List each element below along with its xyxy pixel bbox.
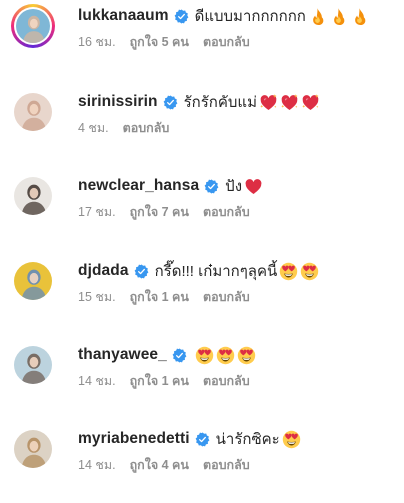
comment-timestamp[interactable]: 4 ชม. xyxy=(78,118,109,138)
comment-text xyxy=(193,346,256,365)
sparkling-heart-emoji-icon xyxy=(259,93,278,112)
avatar-image xyxy=(14,93,52,131)
comment-text-content: รักรักคับแม่ xyxy=(183,94,257,111)
comment-main-line: thanyawee_ xyxy=(78,343,398,367)
comment-main-line: lukkanaaum ดีแบบมากกกกกก xyxy=(78,4,398,28)
heart-eyes-emoji-icon xyxy=(195,346,214,365)
comment-body: myriabenedetti น่ารักซิคะ 14 ชม. ถูกใจ 4 คน… xyxy=(78,427,398,475)
username-link[interactable]: myriabenedetti xyxy=(78,430,190,448)
verified-badge-icon xyxy=(172,347,187,363)
username-link[interactable]: djdada xyxy=(78,262,129,280)
heart-eyes-emoji-icon xyxy=(282,430,301,449)
comment-body: newclear_hansa ปัง 17 ชม. ถูกใจ 7 คน ตอบกลับ xyxy=(78,174,398,222)
heart-eyes-emoji-icon xyxy=(216,346,235,365)
comment-item: djdada กรี๊ด!!! เก๋มากๆลุคนี้ 15 ชม. ถูกใจ … xyxy=(0,259,404,335)
comment-text-content: น่ารักซิคะ xyxy=(215,431,280,448)
verified-badge-icon xyxy=(163,94,178,110)
avatar-image xyxy=(14,430,52,468)
avatar-image xyxy=(16,9,50,43)
comment-timestamp[interactable]: 15 ชม. xyxy=(78,287,116,307)
comment-item: newclear_hansa ปัง 17 ชม. ถูกใจ 7 คน ตอบกลับ xyxy=(0,174,404,250)
comment-text: ปัง xyxy=(225,174,263,198)
heart-eyes-emoji-icon xyxy=(300,262,319,281)
fire-emoji-icon xyxy=(308,7,327,26)
avatar-image xyxy=(14,262,52,300)
comment-item: sirinissirin รักรักคับแม่ 4 ชม. ตอบกลับ xyxy=(0,90,404,166)
comment-text-content: กรี๊ด!!! เก๋มากๆลุคนี้ xyxy=(154,263,278,280)
comment-meta: 17 ชม. ถูกใจ 7 คน ตอบกลับ xyxy=(78,202,398,222)
reply-button[interactable]: ตอบกลับ xyxy=(123,118,170,138)
likes-count-button[interactable]: ถูกใจ 7 คน xyxy=(130,202,189,222)
comment-meta: 14 ชม. ถูกใจ 1 คน ตอบกลับ xyxy=(78,371,398,391)
username-link[interactable]: sirinissirin xyxy=(78,93,158,111)
username-link[interactable]: thanyawee_ xyxy=(78,346,167,364)
comment-text: รักรักคับแม่ xyxy=(184,90,320,114)
verified-badge-icon xyxy=(174,8,189,24)
likes-count-button[interactable]: ถูกใจ 5 คน xyxy=(130,32,189,52)
red-heart-emoji-icon xyxy=(244,177,263,196)
verified-badge-icon xyxy=(195,431,210,447)
avatar[interactable] xyxy=(11,174,55,218)
likes-count-button[interactable]: ถูกใจ 1 คน xyxy=(130,371,189,391)
comment-meta: 4 ชม. ตอบกลับ xyxy=(78,118,398,138)
fire-emoji-icon xyxy=(350,7,369,26)
avatar[interactable] xyxy=(11,259,55,303)
comment-item: myriabenedetti น่ารักซิคะ 14 ชม. ถูกใจ 4 คน… xyxy=(0,427,404,503)
comment-main-line: newclear_hansa ปัง xyxy=(78,174,398,198)
avatar[interactable] xyxy=(11,4,55,48)
comment-main-line: myriabenedetti น่ารักซิคะ xyxy=(78,427,398,451)
comment-text-content: ดีแบบมากกกกกก xyxy=(194,8,306,25)
comment-body: djdada กรี๊ด!!! เก๋มากๆลุคนี้ 15 ชม. ถูกใจ … xyxy=(78,259,398,307)
heart-eyes-emoji-icon xyxy=(237,346,256,365)
fire-emoji-icon xyxy=(329,7,348,26)
avatar[interactable] xyxy=(11,427,55,471)
comment-text: น่ารักซิคะ xyxy=(216,427,301,451)
comment-text: ดีแบบมากกกกกก xyxy=(195,4,369,28)
comment-text: กรี๊ด!!! เก๋มากๆลุคนี้ xyxy=(155,259,320,283)
comment-meta: 16 ชม. ถูกใจ 5 คน ตอบกลับ xyxy=(78,32,398,52)
reply-button[interactable]: ตอบกลับ xyxy=(203,371,250,391)
comment-body: lukkanaaum ดีแบบมากกกกกก 16 ชม. ถูกใจ 5 คน ต… xyxy=(78,4,398,52)
comment-timestamp[interactable]: 14 ชม. xyxy=(78,371,116,391)
comment-item: thanyawee_ 14 ชม. ถูกใจ 1 คน ตอบกลับ xyxy=(0,343,404,419)
reply-button[interactable]: ตอบกลับ xyxy=(203,202,250,222)
avatar-image xyxy=(14,346,52,384)
reply-button[interactable]: ตอบกลับ xyxy=(203,455,250,475)
comments-list: lukkanaaum ดีแบบมากกกกกก 16 ชม. ถูกใจ 5 คนต… xyxy=(0,0,404,484)
username-link[interactable]: lukkanaaum xyxy=(78,7,169,25)
comment-meta: 14 ชม. ถูกใจ 4 คน ตอบกลับ xyxy=(78,455,398,475)
sparkling-heart-emoji-icon xyxy=(280,93,299,112)
comment-timestamp[interactable]: 16 ชม. xyxy=(78,32,116,52)
sparkling-heart-emoji-icon xyxy=(301,93,320,112)
likes-count-button[interactable]: ถูกใจ 1 คน xyxy=(130,287,189,307)
comment-main-line: djdada กรี๊ด!!! เก๋มากๆลุคนี้ xyxy=(78,259,398,283)
comment-body: sirinissirin รักรักคับแม่ 4 ชม. ตอบกลับ xyxy=(78,90,398,138)
reply-button[interactable]: ตอบกลับ xyxy=(203,287,250,307)
comment-timestamp[interactable]: 17 ชม. xyxy=(78,202,116,222)
heart-eyes-emoji-icon xyxy=(279,262,298,281)
comment-item: lukkanaaum ดีแบบมากกกกกก 16 ชม. ถูกใจ 5 คน ต… xyxy=(0,4,404,80)
comment-text-content: ปัง xyxy=(225,178,243,195)
avatar[interactable] xyxy=(11,343,55,387)
verified-badge-icon xyxy=(134,263,149,279)
verified-badge-icon xyxy=(204,178,219,194)
comment-timestamp[interactable]: 14 ชม. xyxy=(78,455,116,475)
username-link[interactable]: newclear_hansa xyxy=(78,177,199,195)
reply-button[interactable]: ตอบกลับ xyxy=(203,32,250,52)
likes-count-button[interactable]: ถูกใจ 4 คน xyxy=(130,455,189,475)
avatar[interactable] xyxy=(11,90,55,134)
comment-meta: 15 ชม. ถูกใจ 1 คน ตอบกลับ xyxy=(78,287,398,307)
avatar-image xyxy=(14,177,52,215)
comment-body: thanyawee_ 14 ชม. ถูกใจ 1 คน ตอบกลับ xyxy=(78,343,398,391)
comment-main-line: sirinissirin รักรักคับแม่ xyxy=(78,90,398,114)
